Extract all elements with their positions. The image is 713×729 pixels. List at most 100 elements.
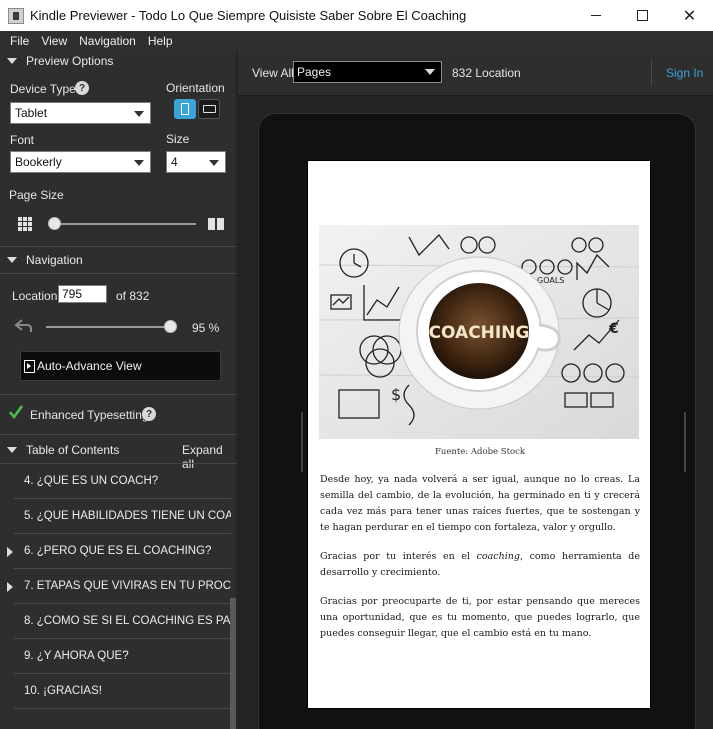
chevron-down-icon xyxy=(134,111,144,117)
toc-item[interactable]: 6. ¿PERO QUÉ ES EL COACHING? xyxy=(7,534,231,569)
toc-item-label: 7. ETAPAS QUE VIVIRÁS EN TU PROCES... xyxy=(24,580,231,592)
page-size-slider-track[interactable] xyxy=(48,223,196,225)
chevron-down-icon xyxy=(425,69,435,75)
chevron-down-icon xyxy=(134,160,144,166)
divider xyxy=(0,246,237,247)
view-mode-value: Pages xyxy=(297,65,332,79)
paragraph-3: Gracias por preocuparte de ti, por estar… xyxy=(320,596,640,639)
toc-scrollbar[interactable] xyxy=(230,598,236,729)
location-label: Location xyxy=(12,289,58,303)
toc-item[interactable]: 7. ETAPAS QUE VIVIRÁS EN TU PROCES... xyxy=(7,569,231,604)
menu-bar: File View Navigation Help xyxy=(0,31,713,50)
font-value: Bookerly xyxy=(15,155,62,169)
preview-options-header[interactable]: Preview Options xyxy=(0,50,237,72)
sign-in-link[interactable]: Sign In xyxy=(666,66,703,80)
left-panel: Preview Options Device Type ? Orientatio… xyxy=(0,50,237,729)
size-select[interactable]: 4 xyxy=(166,151,226,173)
play-icon xyxy=(24,359,35,373)
menu-help[interactable]: Help xyxy=(148,34,173,48)
maximize-button[interactable] xyxy=(619,0,666,31)
coaching-text: COACHING xyxy=(429,323,530,343)
paragraph-2-start: Gracias por tu interés en el xyxy=(320,551,477,562)
portrait-button[interactable] xyxy=(174,99,196,119)
location-input[interactable]: 795 xyxy=(58,285,107,303)
location-total: of 832 xyxy=(116,289,150,303)
toolbar-separator xyxy=(651,60,652,86)
preview-options-title: Preview Options xyxy=(26,54,114,68)
preview-panel: View All Pages 832 Location Sign In GOAL… xyxy=(238,50,713,729)
orientation-toggle xyxy=(174,99,220,119)
orientation-label: Orientation xyxy=(166,81,225,95)
page-size-slider-handle[interactable] xyxy=(48,217,61,230)
window-controls: ✕ xyxy=(572,0,713,31)
location-count: 832 Location xyxy=(452,66,521,80)
auto-advance-button[interactable]: Auto-Advance View xyxy=(20,351,221,381)
minimize-button[interactable] xyxy=(572,0,619,31)
window-title: Kindle Previewer - Todo Lo Que Siempre Q… xyxy=(30,8,467,23)
toc-item[interactable]: 5. ¿QUÉ HABILIDADES TIENE UN COAC... xyxy=(14,499,231,534)
paragraph-1: Desde hoy, ya nada volverá a ser igual, … xyxy=(320,474,640,533)
paragraph-2-emphasis: coaching xyxy=(476,551,520,562)
toc-item[interactable]: 8. ¿CÓMO SÉ SI EL COACHING ES PARA... xyxy=(14,604,231,639)
collapse-arrow-icon xyxy=(7,447,17,453)
viewer-toolbar: View All Pages 832 Location Sign In xyxy=(238,50,713,96)
navigation-header[interactable]: Navigation xyxy=(0,249,237,271)
collapse-arrow-icon xyxy=(7,257,17,263)
divider xyxy=(0,434,237,435)
toc-item[interactable]: 10. ¡GRACIAS! xyxy=(14,674,231,709)
location-slider-track[interactable] xyxy=(46,326,176,328)
expand-arrow-icon[interactable] xyxy=(7,582,13,592)
help-icon[interactable]: ? xyxy=(142,407,156,421)
toc-title: Table of Contents xyxy=(26,443,120,457)
back-icon[interactable] xyxy=(14,318,34,334)
help-icon[interactable]: ? xyxy=(75,81,89,95)
device-type-label: Device Type xyxy=(10,82,76,96)
grid-icon[interactable] xyxy=(18,217,32,231)
progress-percent: 95 % xyxy=(192,321,220,335)
expand-arrow-icon[interactable] xyxy=(7,547,13,557)
menu-file[interactable]: File xyxy=(10,34,29,48)
title-bar: Kindle Previewer - Todo Lo Que Siempre Q… xyxy=(0,0,713,31)
toc-item-label: 10. ¡GRACIAS! xyxy=(24,685,102,697)
view-all-label: View All xyxy=(252,66,294,80)
coffee-cup-illustration: GOALS € $ COACHING xyxy=(319,225,639,439)
device-type-value: Tablet xyxy=(15,106,48,120)
close-button[interactable]: ✕ xyxy=(666,0,713,31)
portrait-icon xyxy=(181,103,189,115)
paragraph-2: Gracias por tu interés en el coaching, c… xyxy=(320,549,640,581)
toc-item-label: 6. ¿PERO QUÉ ES EL COACHING? xyxy=(24,545,212,557)
toc-item-label: 9. ¿Y AHORA QUÉ? xyxy=(24,650,129,662)
enhanced-typesetting-label: Enhanced Typesetting xyxy=(30,408,149,422)
toc-item-label: 8. ¿CÓMO SÉ SI EL COACHING ES PARA... xyxy=(24,615,231,627)
toc-item[interactable]: 9. ¿Y AHORA QUÉ? xyxy=(14,639,231,674)
coaching-illustration: GOALS € $ COACHING xyxy=(319,225,639,439)
landscape-button[interactable] xyxy=(198,99,220,119)
book-page[interactable]: GOALS € $ COACHING Fuente: Adobe Stock D… xyxy=(307,160,651,709)
font-label: Font xyxy=(10,133,35,147)
app-icon xyxy=(8,7,24,24)
size-label: Size xyxy=(166,132,190,146)
device-type-select[interactable]: Tablet xyxy=(10,102,151,124)
euro-symbol: € xyxy=(608,321,619,337)
kindle-previewer-window: Kindle Previewer - Todo Lo Que Siempre Q… xyxy=(0,0,713,729)
font-select[interactable]: Bookerly xyxy=(10,151,151,173)
collapse-arrow-icon xyxy=(7,58,17,64)
location-value: 795 xyxy=(62,287,83,301)
navigation-title: Navigation xyxy=(26,253,83,267)
two-column-icon[interactable] xyxy=(208,218,224,230)
divider xyxy=(0,394,237,395)
toc-item[interactable]: 4. ¿QUÉ ES UN COACH? xyxy=(14,464,231,499)
location-slider-handle[interactable] xyxy=(163,320,177,333)
size-value: 4 xyxy=(171,155,178,169)
menu-view[interactable]: View xyxy=(41,34,67,48)
image-caption: Fuente: Adobe Stock xyxy=(434,447,526,457)
divider xyxy=(0,273,237,274)
check-icon xyxy=(9,405,24,420)
device-side-button xyxy=(301,412,303,472)
dollar-symbol: $ xyxy=(391,385,401,404)
chevron-down-icon xyxy=(209,160,219,166)
goals-text: GOALS xyxy=(537,276,564,285)
auto-advance-label: Auto-Advance View xyxy=(37,359,142,373)
view-mode-select[interactable]: Pages xyxy=(293,61,442,83)
menu-navigation[interactable]: Navigation xyxy=(79,34,136,48)
